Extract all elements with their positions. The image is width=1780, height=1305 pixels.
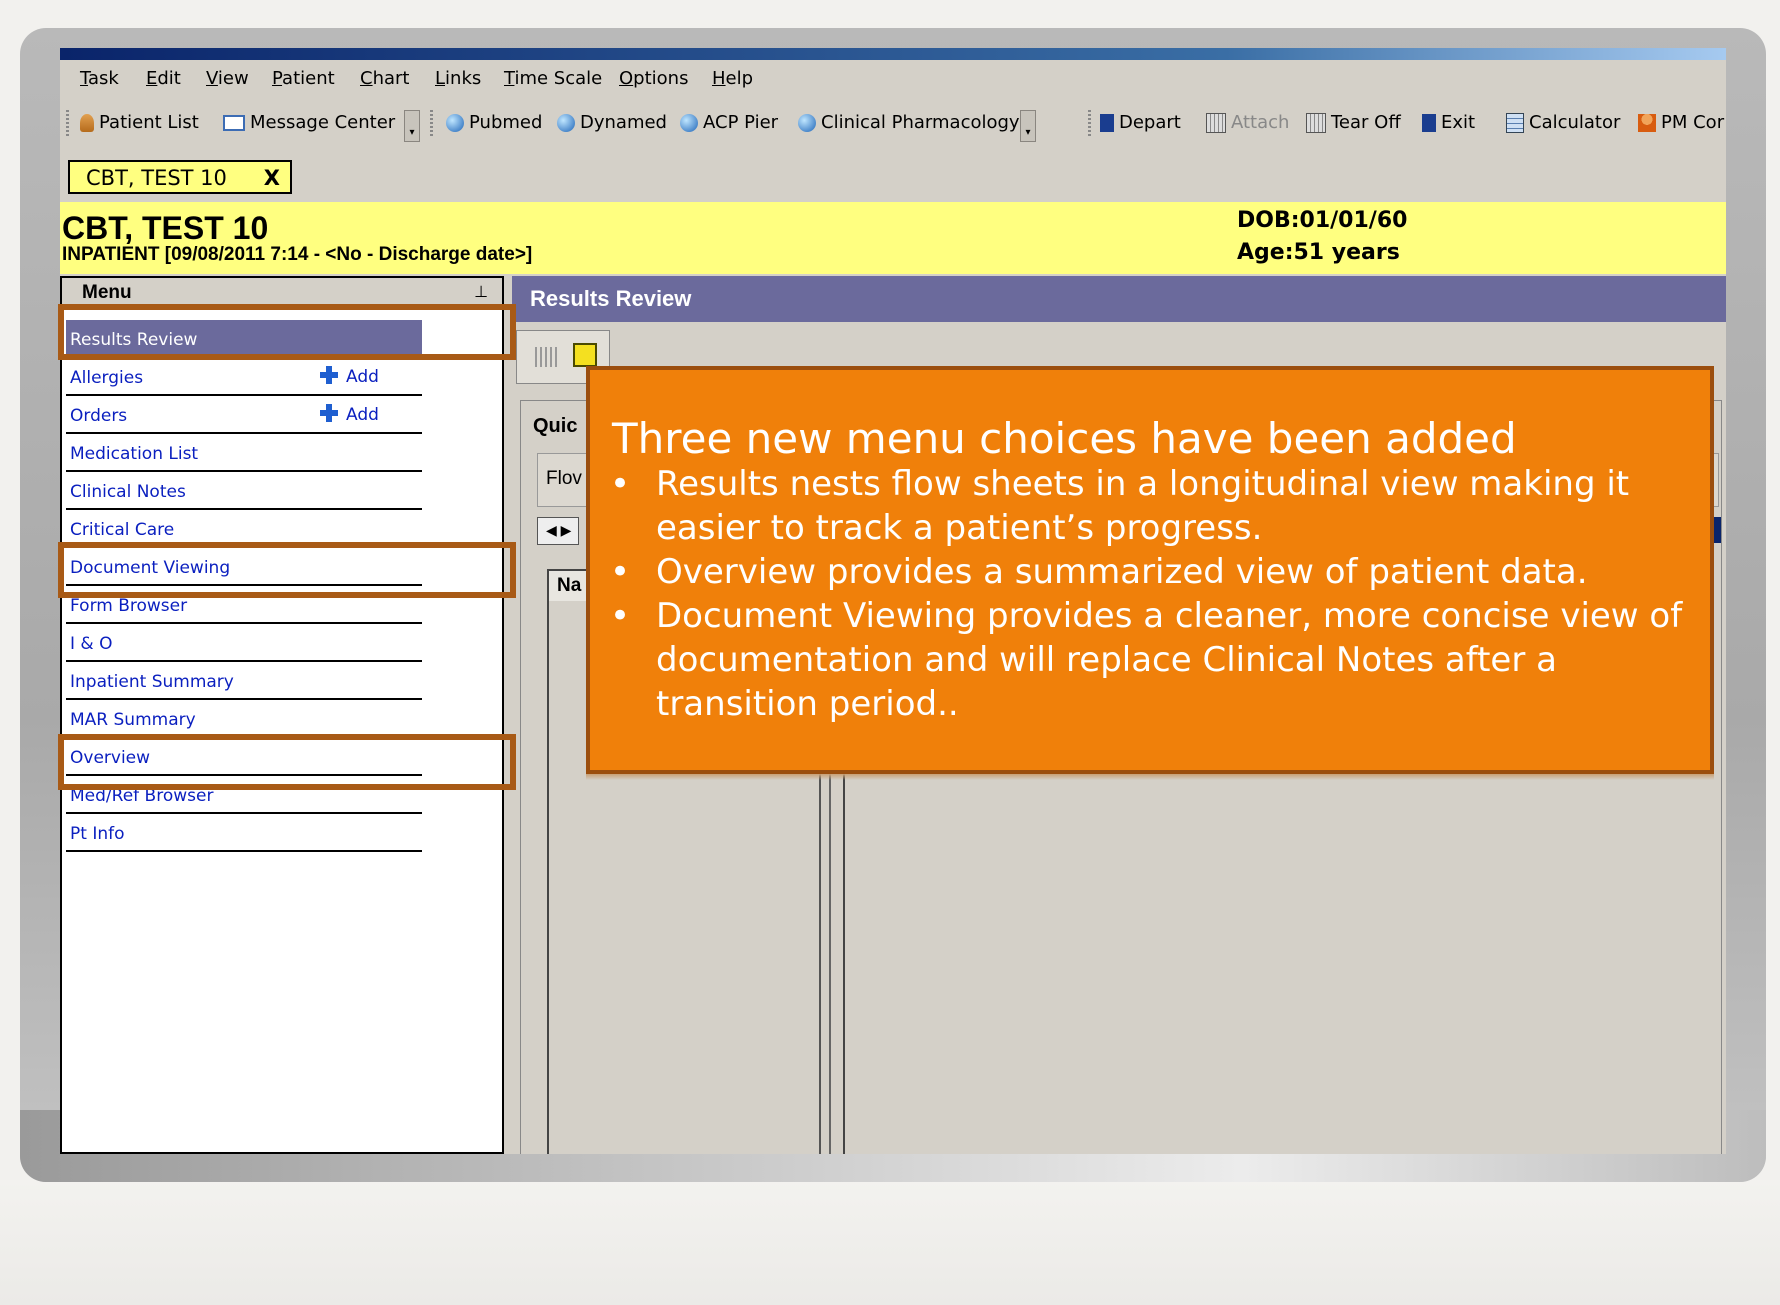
pin-icon[interactable]: ⊥	[474, 282, 488, 302]
globe-search-icon	[557, 113, 575, 132]
flowsheet-icon[interactable]	[535, 347, 559, 367]
calculator-icon	[1506, 112, 1524, 133]
person-icon	[80, 113, 94, 132]
menu-item-medication-list[interactable]: Medication List	[66, 434, 422, 472]
menu-title: Menu	[82, 282, 132, 303]
menu-time-scale[interactable]: Time Scale	[504, 68, 602, 89]
menu-item-inpatient-summary[interactable]: Inpatient Summary	[66, 662, 422, 700]
patient-banner: CBT, TEST 10 INPATIENT [09/08/2011 7:14 …	[60, 202, 1726, 274]
depart-button[interactable]: Depart	[1100, 112, 1181, 133]
results-review-header: Results Review	[512, 276, 1726, 322]
patient-age: Age:51 years	[1237, 240, 1400, 265]
name-column-header[interactable]: Na	[557, 575, 581, 597]
toolbar-overflow-dropdown[interactable]: ▾	[1020, 110, 1036, 142]
toolbar-overflow-dropdown[interactable]: ▾	[404, 110, 420, 142]
close-icon[interactable]: X	[264, 166, 280, 190]
menu-edit[interactable]: Edit	[146, 68, 181, 89]
menu-patient[interactable]: Patient	[272, 68, 335, 89]
callout-shadow	[586, 774, 1714, 780]
add-order-button[interactable]: Add	[320, 404, 379, 425]
clinical-pharmacology-button[interactable]: Clinical Pharmacology	[798, 112, 1020, 133]
highlight-overview	[58, 734, 516, 790]
depart-icon	[1100, 113, 1114, 132]
toolbar-grip[interactable]	[430, 110, 433, 138]
tear-off-button[interactable]: Tear Off	[1306, 112, 1401, 133]
callout-box: Three new menu choices have been added R…	[586, 366, 1714, 774]
highlight-results-review	[58, 304, 516, 360]
title-bar	[60, 48, 1726, 60]
exit-button[interactable]: Exit	[1422, 112, 1475, 133]
menu-links[interactable]: Links	[435, 68, 481, 89]
calculator-button[interactable]: Calculator	[1506, 112, 1620, 133]
callout-bullet: Overview provides a summarized view of p…	[606, 550, 1696, 594]
callout-bullet: Results nests flow sheets in a longitudi…	[606, 462, 1696, 550]
toolbar-grip[interactable]	[1088, 110, 1091, 138]
callout-bullets: Results nests flow sheets in a longitudi…	[606, 462, 1696, 726]
attach-icon	[1206, 112, 1226, 133]
flowsheet-label: Flov	[546, 468, 582, 489]
quick-label: Quic	[533, 415, 578, 437]
callout-heading: Three new menu choices have been added	[612, 414, 1517, 463]
globe-search-icon	[798, 113, 816, 132]
slide-background	[0, 1180, 1780, 1305]
globe-search-icon	[680, 113, 698, 132]
patient-tab[interactable]: CBT, TEST 10 X	[68, 160, 292, 194]
menu-task[interactable]: Task	[80, 68, 119, 89]
toolbar: Patient List Message Center ▾ Pubmed Dyn…	[60, 106, 1726, 142]
menu-help[interactable]: Help	[712, 68, 753, 89]
attach-button[interactable]: Attach	[1206, 112, 1289, 133]
scroll-arrows[interactable]: ◀ ▶	[537, 517, 579, 545]
menu-bar: Task Edit View Patient Chart Links Time …	[60, 62, 1726, 94]
menu-item-pt-info[interactable]: Pt Info	[66, 814, 422, 852]
table-view-icon[interactable]	[573, 343, 597, 367]
exit-icon	[1422, 113, 1436, 132]
encounter-info: INPATIENT [09/08/2011 7:14 - <No - Disch…	[62, 244, 533, 265]
menu-item-allergies[interactable]: Allergies Add	[66, 358, 422, 396]
menu-item-orders[interactable]: Orders Add	[66, 396, 422, 434]
plus-icon	[320, 404, 338, 422]
message-icon	[223, 114, 245, 131]
menu-item-clinical-notes[interactable]: Clinical Notes	[66, 472, 422, 510]
highlight-document-viewing	[58, 542, 516, 598]
message-center-button[interactable]: Message Center	[223, 112, 395, 133]
callout-bullet: Document Viewing provides a cleaner, mor…	[606, 594, 1696, 726]
plus-icon	[320, 366, 338, 384]
patient-list-button[interactable]: Patient List	[80, 112, 199, 133]
menu-item-i-and-o[interactable]: I & O	[66, 624, 422, 662]
pubmed-button[interactable]: Pubmed	[446, 112, 542, 133]
toolbar-grip[interactable]	[66, 110, 69, 138]
menu-pane: Menu ⊥ Results Review Allergies Add Orde…	[60, 276, 504, 1154]
menu-view[interactable]: View	[206, 68, 249, 89]
patient-dob: DOB:01/01/60	[1237, 208, 1408, 233]
menu-item-mar-summary[interactable]: MAR Summary	[66, 700, 422, 738]
results-review-title: Results Review	[530, 286, 692, 311]
acp-pier-button[interactable]: ACP Pier	[680, 112, 778, 133]
arrow-left-icon[interactable]: ◀ ▶	[546, 522, 571, 539]
patient-name: CBT, TEST 10	[62, 210, 269, 246]
pm-conversation-button[interactable]: PM Cor	[1638, 112, 1724, 133]
add-allergy-button[interactable]: Add	[320, 366, 379, 387]
person-orange-icon	[1638, 113, 1656, 132]
menu-chart[interactable]: Chart	[360, 68, 409, 89]
dynamed-button[interactable]: Dynamed	[557, 112, 667, 133]
menu-options[interactable]: Options	[619, 68, 688, 89]
tear-off-icon	[1306, 112, 1326, 133]
patient-tab-label: CBT, TEST 10	[86, 166, 227, 190]
globe-search-icon	[446, 113, 464, 132]
